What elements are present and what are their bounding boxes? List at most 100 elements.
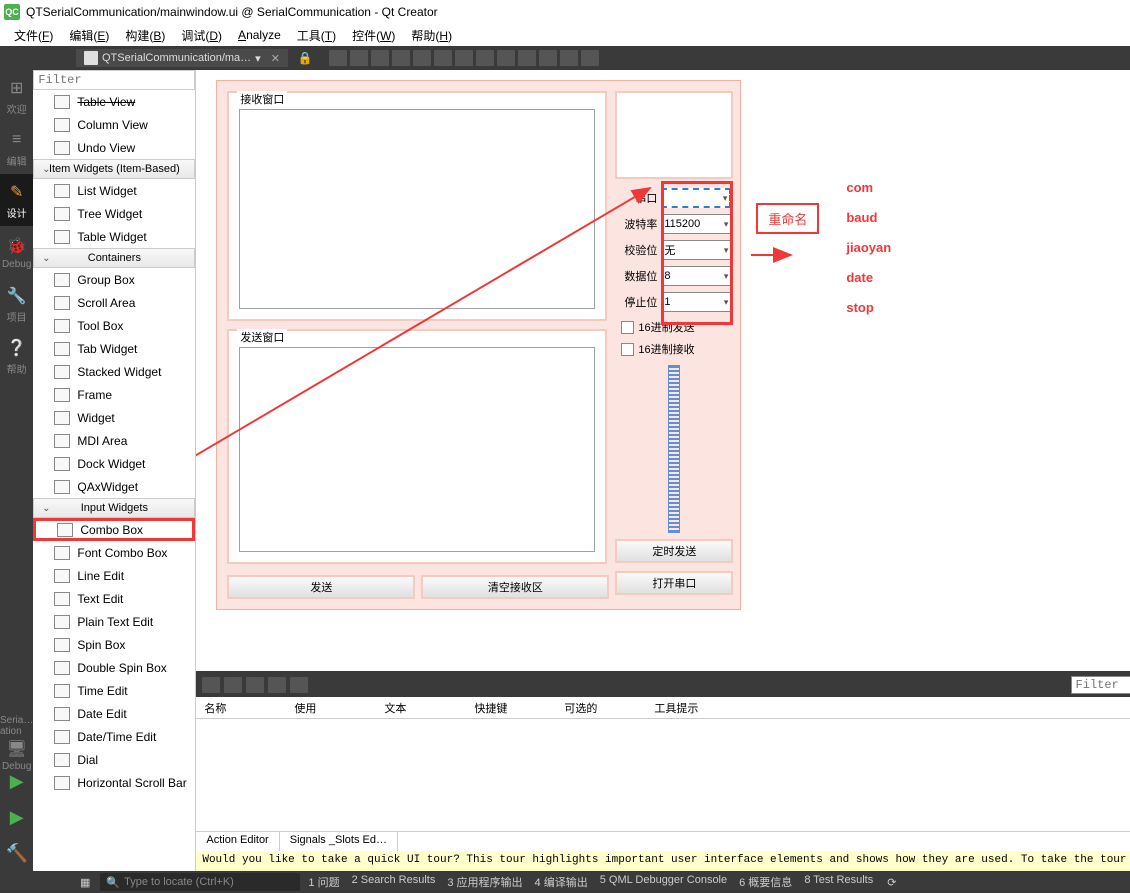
widget-item[interactable]: Tool Box [33, 314, 195, 337]
mode-item[interactable]: 🔧项目 [0, 278, 33, 330]
build-button[interactable]: 🔨 [0, 835, 33, 871]
checkbox-row[interactable]: 16进制接收 [615, 339, 733, 359]
menu-item[interactable]: 构建(B) [119, 25, 171, 46]
widget-item[interactable]: Time Edit [33, 679, 195, 702]
toolbar-btn[interactable] [329, 50, 347, 66]
widget-item[interactable]: Combo Box [33, 518, 195, 541]
groupbox-send[interactable]: 发送窗口 [227, 329, 607, 564]
chevron-down-icon[interactable]: ⌄ [38, 253, 54, 264]
run-button[interactable]: ▶ [0, 763, 33, 799]
new-action-icon[interactable] [202, 677, 220, 693]
widget-item[interactable]: Dock Widget [33, 452, 195, 475]
toolbar-btn[interactable] [350, 50, 368, 66]
output-pane-tab[interactable]: 5 QML Debugger Console [594, 874, 733, 890]
checkbox-row[interactable]: 16进制发送 [615, 317, 733, 337]
column-header[interactable]: 文本 [376, 697, 466, 718]
widget-item[interactable]: List Widget [33, 179, 195, 202]
menu-item[interactable]: 帮助(H) [405, 25, 458, 46]
toolbar-btn[interactable] [413, 50, 431, 66]
form-canvas-wrapper[interactable]: 接收窗口 发送窗口 串口▾波特率115200▾校验位无▾数据位8▾停止位1▾ 1… [196, 70, 1130, 671]
widget-item[interactable]: Group Box [33, 268, 195, 291]
chevron-down-icon[interactable]: ⌄ [38, 503, 54, 514]
panel-filter-input[interactable] [1071, 676, 1130, 694]
output-pane-tab[interactable]: 2 Search Results [346, 874, 442, 890]
menu-item[interactable]: 文件(F) [8, 25, 59, 46]
text-edit-send[interactable] [239, 347, 595, 552]
widget-item[interactable]: MDI Area [33, 429, 195, 452]
widget-item[interactable]: Date Edit [33, 702, 195, 725]
widget-item[interactable]: QAxWidget [33, 475, 195, 498]
widget-item[interactable]: Line Edit [33, 564, 195, 587]
widget-item[interactable]: Text Edit [33, 587, 195, 610]
output-pane-tab[interactable]: 3 应用程序输出 [441, 874, 528, 890]
column-header[interactable]: 使用 [286, 697, 376, 718]
checkbox[interactable] [621, 321, 634, 334]
widget-item[interactable]: Plain Text Edit [33, 610, 195, 633]
widget-item[interactable]: Spin Box [33, 633, 195, 656]
toolbar-btn[interactable] [392, 50, 410, 66]
menu-item[interactable]: 编辑(E) [63, 25, 115, 46]
copy-icon[interactable] [224, 677, 242, 693]
chevron-down-icon[interactable]: ⌄ [38, 164, 54, 175]
menu-item[interactable]: 调试(D) [175, 25, 228, 46]
paste-icon[interactable] [246, 677, 264, 693]
combo-box[interactable]: 115200▾ [661, 214, 731, 234]
text-edit-receive[interactable] [239, 109, 595, 309]
panel-tab[interactable]: Signals _Slots Ed… [280, 832, 398, 851]
mode-item[interactable]: ≡编辑 [0, 122, 33, 174]
toolbar-btn[interactable] [539, 50, 557, 66]
toolbar-btn[interactable] [476, 50, 494, 66]
close-icon[interactable]: ✕ [271, 52, 280, 65]
toolbar-btn[interactable] [497, 50, 515, 66]
toolbar-btn[interactable] [455, 50, 473, 66]
locator-input[interactable]: 🔍 Type to locate (Ctrl+K) [100, 873, 300, 891]
widget-item[interactable]: Frame [33, 383, 195, 406]
column-header[interactable]: 快捷键 [466, 697, 556, 718]
nav-kit[interactable]: Seria…ation 🖥 Debug [0, 723, 33, 763]
mode-item[interactable]: 🐞Debug [0, 226, 33, 278]
toolbar-btn[interactable] [371, 50, 389, 66]
output-pane-tab[interactable]: 8 Test Results [798, 874, 879, 890]
widget-item[interactable]: Dial [33, 748, 195, 771]
widget-item[interactable]: Table View [33, 90, 195, 113]
dropdown-icon[interactable]: ▾ [255, 52, 261, 65]
widget-item[interactable]: Table Widget [33, 225, 195, 248]
tour-notification[interactable]: Would you like to take a quick UI tour? … [196, 851, 1130, 871]
widget-category[interactable]: ⌄Input Widgets [33, 498, 195, 518]
column-header[interactable]: 名称 [196, 697, 286, 718]
toggle-sidebar-icon[interactable]: ▦ [80, 876, 90, 889]
combo-box[interactable]: ▾ [661, 188, 731, 208]
mode-item[interactable]: ⊞欢迎 [0, 70, 33, 122]
delete-icon[interactable] [268, 677, 286, 693]
combo-box[interactable]: 8▾ [661, 266, 731, 286]
widget-item[interactable]: Font Combo Box [33, 541, 195, 564]
widget-item[interactable]: Tree Widget [33, 202, 195, 225]
widget-category[interactable]: ⌄Containers [33, 248, 195, 268]
groupbox-top-right[interactable] [615, 91, 733, 179]
settings-icon[interactable] [290, 677, 308, 693]
combo-box[interactable]: 无▾ [661, 240, 731, 260]
menu-item[interactable]: Analyze [232, 26, 287, 44]
column-header[interactable]: 可选的 [556, 697, 646, 718]
form-canvas[interactable]: 接收窗口 发送窗口 串口▾波特率115200▾校验位无▾数据位8▾停止位1▾ 1… [216, 80, 741, 610]
progress-icon[interactable]: ⟳ [887, 876, 896, 889]
widget-filter-input[interactable] [33, 70, 195, 90]
menu-item[interactable]: 控件(W) [346, 25, 401, 46]
toolbar-btn[interactable] [518, 50, 536, 66]
mode-item[interactable]: ✎设计 [0, 174, 33, 226]
button-send[interactable]: 发送 [227, 575, 415, 599]
groupbox-receive[interactable]: 接收窗口 [227, 91, 607, 321]
toolbar-btn[interactable] [560, 50, 578, 66]
column-header[interactable]: 工具提示 [646, 697, 736, 718]
toolbar-btn[interactable] [581, 50, 599, 66]
widget-item[interactable]: Horizontal Scroll Bar [33, 771, 195, 794]
widget-item[interactable]: Widget [33, 406, 195, 429]
table-body[interactable] [196, 719, 1130, 831]
output-pane-tab[interactable]: 1 问题 [302, 874, 345, 890]
run-debug-button[interactable]: ▶ [0, 799, 33, 835]
output-pane-tab[interactable]: 4 编译输出 [529, 874, 594, 890]
button-timed-send[interactable]: 定时发送 [615, 539, 733, 563]
panel-tab[interactable]: Action Editor [196, 832, 279, 851]
checkbox[interactable] [621, 343, 634, 356]
widget-item[interactable]: Scroll Area [33, 291, 195, 314]
